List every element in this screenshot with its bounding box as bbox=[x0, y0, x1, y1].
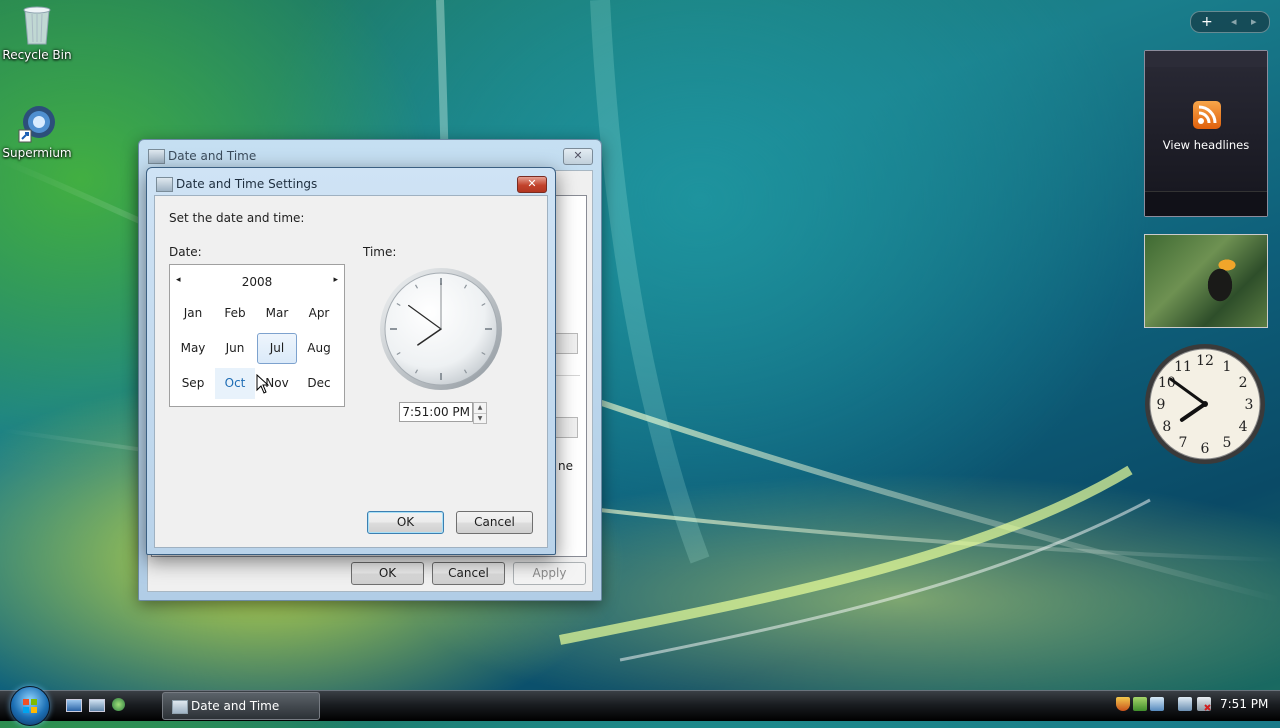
apply-button[interactable]: Apply bbox=[513, 562, 586, 585]
clock-numeral: 11 bbox=[1174, 359, 1192, 375]
next-gadget-page-button[interactable]: ▸ bbox=[1251, 12, 1257, 32]
date-label: Date: bbox=[169, 245, 202, 259]
month-jul[interactable]: Jul bbox=[257, 333, 297, 364]
clipped-text: ne bbox=[558, 459, 573, 473]
desktop-icon-label: Supermium bbox=[2, 146, 72, 160]
month-jun[interactable]: Jun bbox=[215, 333, 255, 364]
window-title: Date and Time bbox=[168, 149, 257, 163]
cancel-button[interactable]: Cancel bbox=[432, 562, 505, 585]
taskbar-button-label: Date and Time bbox=[191, 699, 280, 713]
clock-numeral: 4 bbox=[1239, 419, 1248, 435]
clock-numeral: 6 bbox=[1201, 441, 1210, 457]
clock-numeral: 9 bbox=[1157, 397, 1166, 413]
tray-app-icon[interactable] bbox=[1133, 697, 1147, 711]
month-dec[interactable]: Dec bbox=[299, 368, 339, 399]
clock-numeral: 3 bbox=[1245, 397, 1254, 413]
time-input[interactable]: 7:51:00 PM bbox=[399, 402, 473, 422]
close-button[interactable]: ✕ bbox=[517, 176, 547, 193]
ok-button[interactable]: OK bbox=[367, 511, 444, 534]
spin-up-button[interactable]: ▲ bbox=[474, 403, 486, 414]
window-icon bbox=[156, 177, 173, 192]
ok-button[interactable]: OK bbox=[351, 562, 424, 585]
month-jan[interactable]: Jan bbox=[173, 298, 213, 329]
next-year-button[interactable]: ▸ bbox=[333, 275, 338, 285]
sidebar-controls: + ◂ ▸ bbox=[1190, 11, 1270, 33]
analog-clock bbox=[380, 268, 502, 390]
month-apr[interactable]: Apr bbox=[299, 298, 339, 329]
desktop-icon-label: Recycle Bin bbox=[2, 48, 72, 62]
clock-gadget[interactable]: 12 12 3 45678 9 1011 bbox=[1143, 342, 1267, 466]
start-button[interactable] bbox=[10, 686, 50, 726]
clock-numeral: 12 bbox=[1196, 353, 1214, 369]
clock-numeral: 5 bbox=[1223, 435, 1232, 451]
volume-muted-icon[interactable] bbox=[1197, 697, 1211, 711]
rss-icon bbox=[1193, 101, 1221, 129]
instruction-text: Set the date and time: bbox=[169, 211, 305, 225]
previous-gadget-page-button[interactable]: ◂ bbox=[1231, 12, 1237, 32]
show-desktop-icon[interactable] bbox=[66, 699, 82, 712]
supermium-browser-icon bbox=[17, 100, 57, 144]
spin-down-button[interactable]: ▼ bbox=[474, 414, 486, 424]
clock-numeral: 1 bbox=[1223, 359, 1232, 375]
month-sep[interactable]: Sep bbox=[173, 368, 213, 399]
window-title: Date and Time Settings bbox=[176, 177, 318, 191]
month-mar[interactable]: Mar bbox=[257, 298, 297, 329]
window-body: Set the date and time: Date: Time: ◂ 200… bbox=[154, 195, 548, 548]
taskbar-button-date-and-time[interactable]: Date and Time bbox=[162, 692, 320, 720]
clock-numeral: 7 bbox=[1179, 435, 1188, 451]
clock-numeral: 2 bbox=[1239, 375, 1248, 391]
month-feb[interactable]: Feb bbox=[215, 298, 255, 329]
gadget-header bbox=[1145, 51, 1267, 67]
add-gadget-button[interactable]: + bbox=[1201, 12, 1213, 32]
view-headlines-link[interactable]: View headlines bbox=[1145, 138, 1267, 152]
date-and-time-settings-window: Date and Time Settings ✕ Set the date an… bbox=[146, 167, 556, 555]
month-oct[interactable]: Oct bbox=[215, 368, 255, 399]
gadget-footer bbox=[1145, 191, 1267, 216]
window-icon bbox=[148, 149, 165, 164]
recycle-bin-icon bbox=[17, 2, 57, 46]
system-clock[interactable]: 7:51 PM bbox=[1220, 697, 1268, 711]
month-may[interactable]: May bbox=[173, 333, 213, 364]
security-shield-icon[interactable] bbox=[1116, 697, 1130, 711]
date-and-time-icon bbox=[172, 700, 188, 714]
network-icon[interactable] bbox=[1178, 697, 1192, 711]
feed-headlines-gadget[interactable]: View headlines bbox=[1144, 50, 1268, 217]
slideshow-gadget[interactable] bbox=[1144, 234, 1268, 328]
cancel-button[interactable]: Cancel bbox=[456, 511, 533, 534]
windows-logo-icon bbox=[23, 699, 37, 713]
time-label: Time: bbox=[363, 245, 397, 259]
mouse-cursor-icon bbox=[256, 374, 270, 394]
clock-numeral: 8 bbox=[1162, 419, 1171, 435]
tray-monitor-icon[interactable] bbox=[1150, 697, 1164, 711]
month-aug[interactable]: Aug bbox=[299, 333, 339, 364]
quick-launch-browser-icon[interactable] bbox=[112, 698, 125, 711]
time-spinner[interactable]: ▲ ▼ bbox=[473, 402, 487, 424]
calendar-year[interactable]: 2008 bbox=[170, 275, 344, 289]
switch-windows-icon[interactable] bbox=[89, 699, 105, 712]
desktop-icon-supermium[interactable]: Supermium bbox=[0, 100, 77, 160]
close-button[interactable]: ✕ bbox=[563, 148, 593, 165]
clock-numeral: 10 bbox=[1158, 375, 1176, 391]
desktop-icon-recycle-bin[interactable]: Recycle Bin bbox=[0, 2, 77, 62]
